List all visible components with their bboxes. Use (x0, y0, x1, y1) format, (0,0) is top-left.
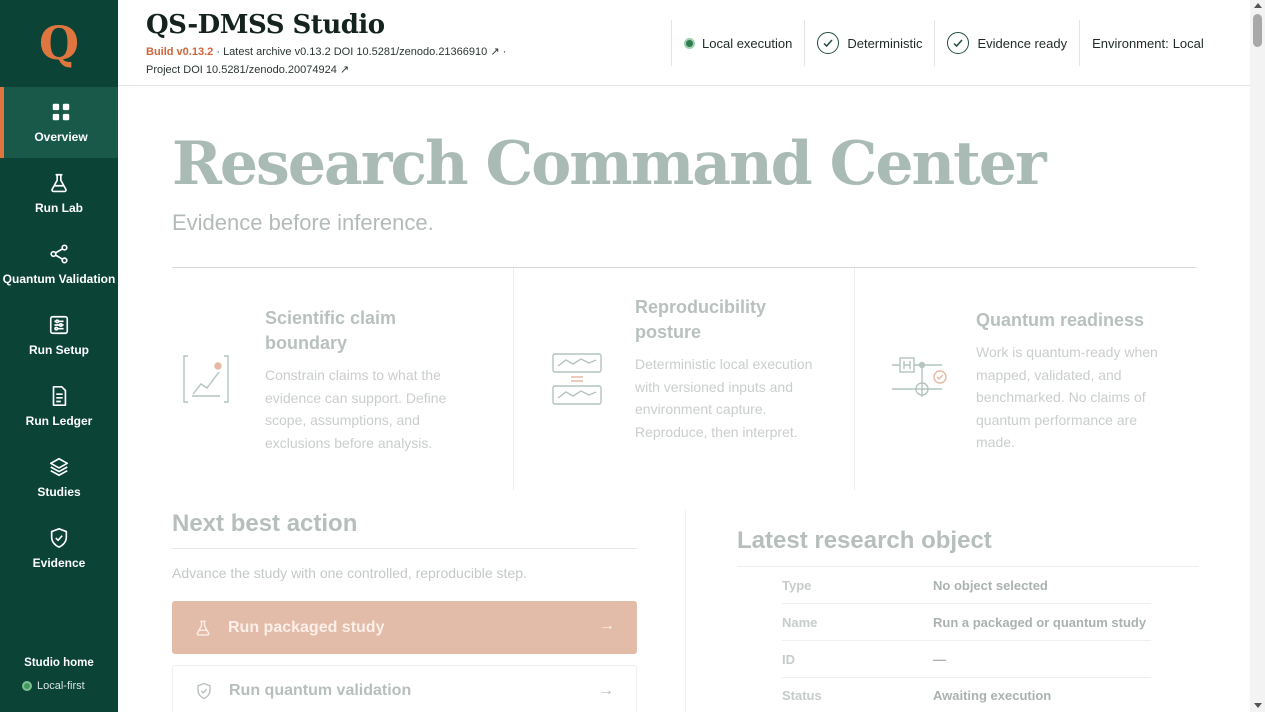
sidebar-item-overview[interactable]: Overview (0, 87, 118, 158)
detail-row-status: Status Awaiting execution (782, 677, 1151, 712)
status-local-execution: Local execution (671, 20, 804, 66)
detail-key: Type (782, 577, 812, 593)
grid-icon (52, 103, 70, 121)
sidebar-item-label: Run Lab (35, 201, 83, 215)
next-best-action-title: Next best action (172, 510, 358, 537)
detail-row-type: Type No object selected (782, 567, 1151, 604)
project-doi-link[interactable]: Project DOI 10.5281/zenodo.20074924 (146, 64, 337, 76)
shield-check-icon (50, 528, 68, 548)
scroll-down-icon[interactable] (1254, 703, 1262, 708)
detail-row-id: ID — (782, 641, 1151, 678)
quantum-circuit-icon (892, 357, 947, 397)
detail-value: Awaiting execution (933, 687, 1052, 703)
card-title: Quantum readiness (976, 310, 1145, 330)
scroll-thumb[interactable] (1253, 14, 1262, 47)
archive-doi-link[interactable]: Latest archive v0.13.2 DOI 10.5281/zenod… (223, 46, 487, 58)
app-title: QS-DMSS Studio (146, 10, 385, 40)
sidebar-item-run-lab[interactable]: Run Lab (0, 158, 118, 229)
run-quantum-validation-button[interactable]: Run quantum validation → (172, 665, 637, 712)
build-version: Build v0.13.2 (146, 46, 214, 58)
arrow-right-icon: → (598, 682, 614, 699)
flask-icon (51, 173, 67, 193)
top-header: QS-DMSS Studio Build v0.13.2 · Latest ar… (118, 0, 1250, 86)
environment-label: Environment: (1092, 35, 1169, 51)
sidebar-item-run-setup[interactable]: Run Setup (0, 300, 118, 371)
reproducibility-icon (552, 353, 602, 405)
logo-glyph: Q (38, 16, 80, 70)
detail-value: No object selected (933, 577, 1048, 593)
status-bar: Local execution Deterministic Evidence r… (671, 20, 1216, 66)
status-deterministic: Deterministic (804, 20, 934, 66)
main-content: Research Command Center Evidence before … (118, 87, 1250, 712)
sidebar-item-run-ledger[interactable]: Run Ledger (0, 371, 118, 442)
local-first-status: Local-first (22, 680, 85, 692)
separator: · (216, 46, 220, 58)
sidebar-item-quantum-validation[interactable]: Quantum Validation (0, 229, 118, 300)
green-dot-icon (684, 37, 695, 49)
detail-key: ID (782, 651, 795, 667)
status-label: Evidence ready (977, 35, 1068, 51)
status-dot-icon (22, 681, 32, 691)
document-icon (52, 386, 67, 406)
environment-value: Local (1172, 35, 1204, 51)
status-label: Deterministic (847, 35, 923, 51)
sidebar-item-label: Overview (34, 130, 88, 144)
check-circle-icon (947, 32, 970, 54)
local-first-label: Local-first (37, 680, 85, 692)
status-label: Local execution (702, 35, 793, 51)
detail-key: Name (782, 614, 818, 630)
separator: · (502, 46, 507, 58)
card-quantum-readiness: Quantum readiness Work is quantum-ready … (855, 268, 1197, 490)
card-reproducibility-posture: Reproducibility posture Deterministic lo… (513, 268, 855, 490)
sidebar: Q Overview Run Lab Quantum Validation Ru… (0, 0, 118, 712)
sliders-icon (49, 315, 69, 335)
divider (172, 548, 637, 549)
project-meta: Project DOI 10.5281/zenodo.20074924 ↗ (146, 63, 349, 76)
detail-value: Run a packaged or quantum study (933, 614, 1147, 630)
app-logo[interactable]: Q (0, 0, 118, 86)
detail-key: Status (782, 687, 822, 703)
flask-icon (196, 620, 210, 636)
sidebar-item-studies[interactable]: Studies (0, 442, 118, 513)
sidebar-item-evidence[interactable]: Evidence (0, 513, 118, 584)
card-title: Scientific claim boundary (265, 308, 397, 353)
chart-boundary-icon (183, 355, 229, 403)
sidebar-item-label: Evidence (32, 556, 86, 570)
latest-research-object-title: Latest research object (737, 527, 992, 554)
page-title: Research Command Center (172, 129, 1047, 199)
sidebar-item-label: Run Setup (29, 343, 89, 357)
next-best-action-subtitle: Advance the study with one controlled, r… (172, 565, 527, 581)
page-scrollbar[interactable] (1250, 0, 1265, 712)
layers-icon (49, 457, 69, 477)
button-label: Run packaged study (228, 618, 385, 636)
card-text: Deterministic local execution with versi… (635, 356, 813, 440)
button-label: Run quantum validation (229, 682, 412, 699)
arrow-right-icon: → (599, 617, 615, 634)
card-title: Reproducibility posture (635, 297, 767, 342)
build-meta: Build v0.13.2 · Latest archive v0.13.2 D… (146, 45, 506, 58)
status-evidence-ready: Evidence ready (934, 20, 1079, 66)
divider (685, 510, 686, 712)
sidebar-item-label: Quantum Validation (2, 272, 116, 286)
check-circle-icon (817, 32, 840, 54)
card-scientific-claim-boundary: Scientific claim boundary Constrain clai… (172, 268, 513, 490)
scroll-up-icon[interactable] (1254, 3, 1262, 8)
studio-home-link[interactable]: Studio home (0, 657, 118, 669)
external-link-icon[interactable]: ↗ (490, 46, 499, 58)
detail-value: — (933, 651, 946, 667)
run-packaged-study-button[interactable]: Run packaged study → (172, 601, 637, 654)
share-nodes-icon (50, 244, 68, 264)
card-text: Work is quantum-ready when mapped, valid… (976, 344, 1158, 450)
sidebar-item-label: Studies (37, 485, 81, 499)
page-subtitle: Evidence before inference. (172, 210, 434, 235)
external-link-icon[interactable]: ↗ (340, 64, 349, 76)
shield-check-icon (197, 682, 211, 700)
status-environment: Environment: Local (1079, 20, 1216, 66)
card-text: Constrain claims to what the evidence ca… (265, 367, 447, 451)
detail-row-name: Name Run a packaged or quantum study (782, 604, 1151, 641)
sidebar-item-label: Run Ledger (25, 414, 93, 428)
